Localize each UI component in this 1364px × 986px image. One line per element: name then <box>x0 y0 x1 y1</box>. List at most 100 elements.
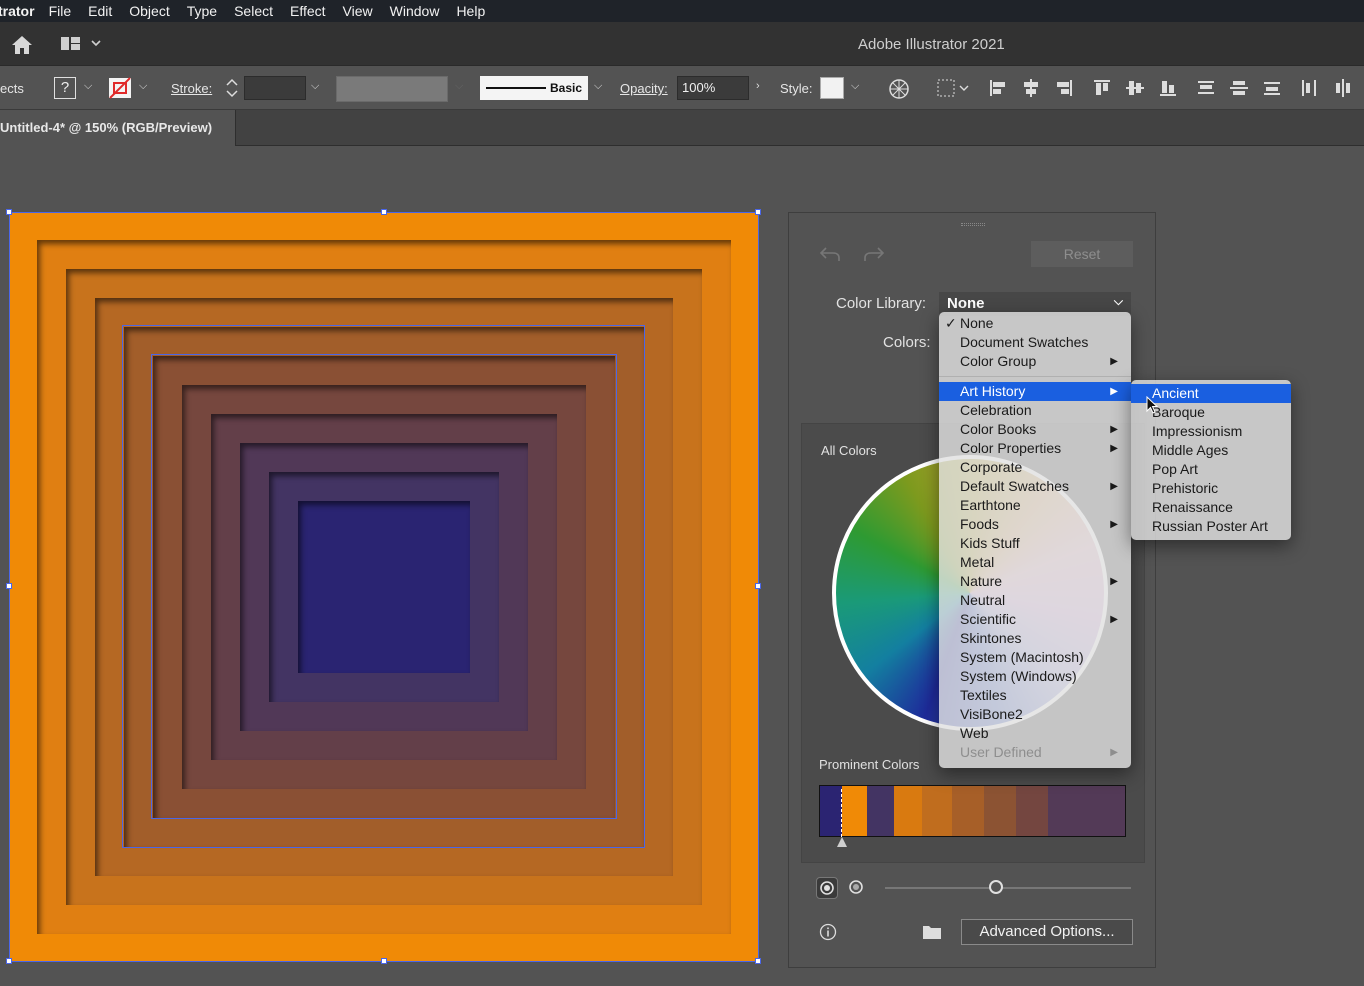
menu-window[interactable]: Window <box>390 3 440 19</box>
menu-view[interactable]: View <box>343 3 373 19</box>
bounding-handle[interactable] <box>755 209 761 215</box>
info-icon[interactable] <box>819 923 837 941</box>
distribute-horizontal-center-icon[interactable] <box>1333 78 1353 98</box>
reset-button[interactable]: Reset <box>1031 241 1133 267</box>
prominent-color-segment[interactable] <box>1048 786 1125 836</box>
bounding-handle[interactable] <box>755 958 761 964</box>
menu-item-document-swatches[interactable]: Document Swatches <box>939 333 1131 352</box>
chevron-right-icon[interactable]: › <box>756 80 768 94</box>
menu-item-visibone2[interactable]: VisiBone2 <box>939 705 1131 724</box>
prominent-color-segment[interactable] <box>984 786 1016 836</box>
menu-item-default-swatches[interactable]: Default Swatches ▶ <box>939 477 1131 496</box>
align-bottom-icon[interactable] <box>1158 78 1178 98</box>
prominent-colors-bar[interactable] <box>819 785 1126 837</box>
advanced-options-button[interactable]: Advanced Options... <box>961 919 1133 945</box>
menu-item-kids-stuff[interactable]: Kids Stuff <box>939 534 1131 553</box>
workspace-switcher-icon[interactable] <box>60 35 104 53</box>
segmented-wheel-toggle[interactable] <box>846 877 868 899</box>
stroke-weight-input[interactable] <box>244 76 306 100</box>
fill-help-button[interactable]: ? <box>54 77 76 99</box>
chevron-down-icon[interactable]: ⌵ <box>139 80 151 94</box>
bounding-handle[interactable] <box>6 583 12 589</box>
recolor-artwork-icon[interactable] <box>888 78 910 100</box>
chevron-down-icon[interactable]: ⌵ <box>84 80 96 94</box>
brightness-slider-track[interactable] <box>885 887 1131 889</box>
distribute-center-icon[interactable] <box>1229 78 1249 98</box>
submenu-item-pop-art[interactable]: Pop Art <box>1131 460 1291 479</box>
folder-icon[interactable] <box>922 924 942 940</box>
submenu-item-prehistoric[interactable]: Prehistoric <box>1131 479 1291 498</box>
align-top-icon[interactable] <box>1092 78 1112 98</box>
variable-width-profile[interactable] <box>336 76 448 102</box>
menu-object[interactable]: Object <box>129 3 169 19</box>
submenu-item-russian-poster-art[interactable]: Russian Poster Art <box>1131 517 1291 536</box>
menu-item-metal[interactable]: Metal <box>939 553 1131 572</box>
distribute-bottom-icon[interactable] <box>1262 78 1282 98</box>
document-tab[interactable]: Untitled-4* @ 150% (RGB/Preview) <box>0 110 236 146</box>
chevron-down-icon[interactable]: ⌵ <box>594 80 606 94</box>
align-left-icon[interactable] <box>988 78 1008 98</box>
prominent-color-segment[interactable] <box>820 786 842 836</box>
brush-definition-select[interactable]: Basic <box>480 76 588 100</box>
bounding-handle[interactable] <box>755 583 761 589</box>
align-right-icon[interactable] <box>1054 78 1074 98</box>
bounding-handle[interactable] <box>6 209 12 215</box>
chevron-down-icon[interactable]: ⌵ <box>311 80 323 94</box>
menu-help[interactable]: Help <box>456 3 485 19</box>
prominent-color-segment[interactable] <box>1016 786 1048 836</box>
redo-icon[interactable] <box>863 245 885 263</box>
prominent-color-segment[interactable] <box>894 786 922 836</box>
submenu-item-impressionism[interactable]: Impressionism <box>1131 422 1291 441</box>
bounding-handle[interactable] <box>381 209 387 215</box>
stroke-label[interactable]: Stroke: <box>171 81 212 96</box>
prominent-color-segment[interactable] <box>867 786 894 836</box>
menu-item-foods[interactable]: Foods ▶ <box>939 515 1131 534</box>
menu-item-neutral[interactable]: Neutral <box>939 591 1131 610</box>
menu-item-system-windows[interactable]: System (Windows) <box>939 667 1131 686</box>
menu-item-corporate[interactable]: Corporate <box>939 458 1131 477</box>
prominent-color-segment[interactable] <box>842 786 867 836</box>
undo-icon[interactable] <box>819 245 841 263</box>
brightness-slider-handle[interactable] <box>989 880 1003 894</box>
menu-file[interactable]: File <box>49 3 72 19</box>
submenu-item-middle-ages[interactable]: Middle Ages <box>1131 441 1291 460</box>
artwork-nested-squares[interactable] <box>9 212 759 962</box>
app-menu[interactable]: trator <box>0 3 35 19</box>
menu-item-nature[interactable]: Nature ▶ <box>939 572 1131 591</box>
menu-item-art-history[interactable]: Art History ▶ <box>939 382 1131 401</box>
bounding-handle[interactable] <box>381 958 387 964</box>
menu-item-color-books[interactable]: Color Books ▶ <box>939 420 1131 439</box>
opacity-label[interactable]: Opacity: <box>620 81 668 96</box>
menu-item-none[interactable]: ✓ None <box>939 314 1131 333</box>
home-icon[interactable] <box>10 34 34 56</box>
menu-item-textiles[interactable]: Textiles <box>939 686 1131 705</box>
prominent-color-segment[interactable] <box>922 786 952 836</box>
menu-item-color-properties[interactable]: Color Properties ▶ <box>939 439 1131 458</box>
menu-type[interactable]: Type <box>187 3 217 19</box>
menu-item-web[interactable]: Web <box>939 724 1131 743</box>
prominent-color-segment[interactable] <box>952 786 984 836</box>
menu-select[interactable]: Select <box>234 3 273 19</box>
distribute-left-icon[interactable] <box>1300 78 1320 98</box>
graphic-style-swatch[interactable] <box>820 77 844 99</box>
submenu-item-renaissance[interactable]: Renaissance <box>1131 498 1291 517</box>
align-vertical-center-icon[interactable] <box>1125 78 1145 98</box>
chevron-down-icon[interactable]: ⌵ <box>851 80 863 94</box>
distribute-top-icon[interactable] <box>1196 78 1216 98</box>
menu-item-system-macintosh[interactable]: System (Macintosh) <box>939 648 1131 667</box>
menu-edit[interactable]: Edit <box>88 3 112 19</box>
stroke-stepper-icon[interactable] <box>225 77 239 99</box>
menu-item-skintones[interactable]: Skintones <box>939 629 1131 648</box>
opacity-input[interactable]: 100% <box>677 76 749 100</box>
menu-item-scientific[interactable]: Scientific ▶ <box>939 610 1131 629</box>
panel-grip[interactable] <box>961 223 985 226</box>
bounding-handle[interactable] <box>6 958 12 964</box>
menu-item-earthtone[interactable]: Earthtone <box>939 496 1131 515</box>
menu-effect[interactable]: Effect <box>290 3 326 19</box>
align-to-icon[interactable] <box>936 78 970 98</box>
art-square[interactable] <box>298 501 470 673</box>
menu-item-color-group[interactable]: Color Group ▶ <box>939 352 1131 371</box>
align-horizontal-center-icon[interactable] <box>1021 78 1041 98</box>
stroke-none-icon[interactable] <box>108 77 132 99</box>
menu-item-celebration[interactable]: Celebration <box>939 401 1131 420</box>
